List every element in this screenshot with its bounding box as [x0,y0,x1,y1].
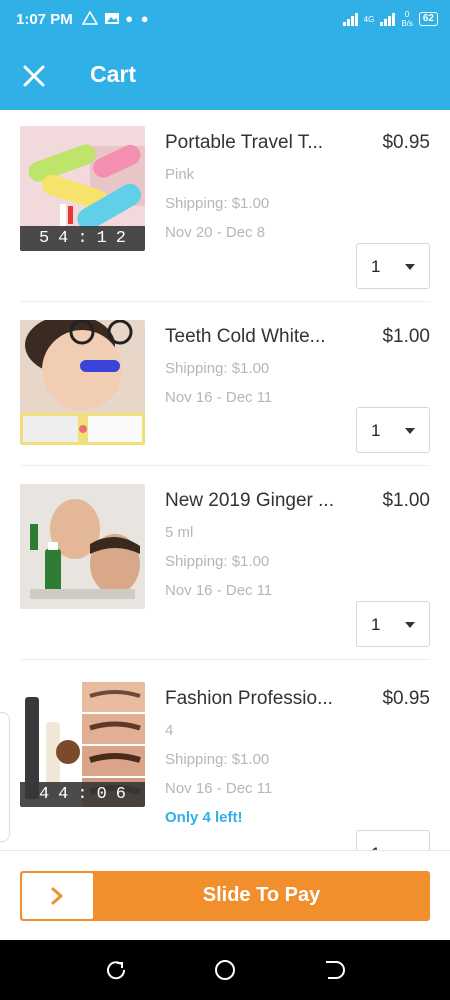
quantity-select[interactable]: 1 [356,407,430,453]
teeth-whitening-image [20,320,145,445]
recent-apps-button[interactable] [104,958,128,982]
quantity-select[interactable]: 1 [356,830,430,850]
warning-icon [81,10,99,25]
close-button[interactable] [16,58,52,94]
product-image[interactable]: 54:12 [20,126,145,251]
product-name[interactable]: Teeth Cold White... [165,326,345,348]
divider [20,465,430,466]
quantity-select[interactable]: 1 [356,243,430,289]
product-variant: 5 ml [165,524,194,541]
delivery-window: Nov 16 - Dec 11 [165,780,273,797]
delivery-window: Nov 16 - Dec 11 [165,582,273,599]
product-price: $1.00 [382,326,430,347]
divider [20,301,430,302]
close-icon [23,65,45,87]
quantity-value: 1 [371,615,381,634]
system-nav-bar [0,940,450,1000]
product-price: $1.00 [382,490,430,511]
cart-item[interactable]: New 2019 Ginger ... $1.00 5 ml Shipping:… [0,468,450,660]
chevron-down-icon [405,264,415,270]
slide-handle[interactable] [22,873,93,919]
status-indicators: 4G 0 B/s 62 [342,10,438,28]
status-time: 1:07 PM [16,11,73,28]
checkout-footer: Slide To Pay [0,850,450,940]
edge-panel-handle[interactable] [0,712,10,842]
back-button[interactable] [322,958,346,982]
signal-icon [342,12,358,26]
quantity-value: 1 [371,257,381,276]
home-button[interactable] [213,958,237,982]
more-dots-icon: ● ● [125,11,151,26]
ginger-spray-image [20,484,145,609]
product-image[interactable] [20,484,145,609]
chevron-right-icon [51,887,63,905]
page-title: Cart [90,61,137,87]
countdown-timer: 44:06 [20,782,145,807]
product-name[interactable]: Portable Travel T... [165,132,345,154]
recent-apps-icon [107,961,126,980]
cart-item[interactable]: 44:06 Fashion Professio... $0.95 4 Shipp… [0,662,450,850]
product-name[interactable]: Fashion Professio... [165,688,345,710]
product-price: $0.95 [382,132,430,153]
delivery-window: Nov 20 - Dec 8 [165,224,266,241]
slide-label: Slide To Pay [202,884,321,906]
delivery-window: Nov 16 - Dec 11 [165,389,273,406]
stock-warning: Only 4 left! [165,809,243,826]
slide-to-pay[interactable]: Slide To Pay [20,871,430,921]
product-variant: 4 [165,722,174,739]
shipping-cost: Shipping: $1.00 [165,195,270,212]
shipping-cost: Shipping: $1.00 [165,360,270,377]
notification-icons: ● ● [81,10,151,26]
chevron-down-icon [405,428,415,434]
home-icon [215,960,235,980]
cart-item[interactable]: 54:12 Portable Travel T... $0.95 Pink Sh… [0,110,450,302]
status-bar: 1:07 PM ● ● 4G 0 B/s 62 [0,0,450,40]
image-icon [104,13,119,24]
quantity-select[interactable]: 1 [356,601,430,647]
divider [20,659,430,660]
chevron-down-icon [405,622,415,628]
product-name[interactable]: New 2019 Ginger ... [165,490,345,512]
quantity-value: 1 [371,421,381,440]
product-price: $0.95 [382,688,430,709]
shipping-cost: Shipping: $1.00 [165,751,270,768]
product-image[interactable] [20,320,145,445]
product-image[interactable]: 44:06 [20,682,145,807]
countdown-timer: 54:12 [20,226,145,251]
cart-item[interactable]: Teeth Cold White... $1.00 Shipping: $1.0… [0,304,450,466]
product-variant: Pink [165,166,195,183]
network-type: 4G [363,14,375,24]
network-speed: 0 B/s [401,10,413,28]
app-bar: Cart [0,40,450,110]
cart-list[interactable]: 54:12 Portable Travel T... $0.95 Pink Sh… [0,110,450,850]
back-icon [326,961,345,979]
battery-icon: 62 [418,12,438,26]
shipping-cost: Shipping: $1.00 [165,553,270,570]
signal-icon-2 [380,12,396,26]
